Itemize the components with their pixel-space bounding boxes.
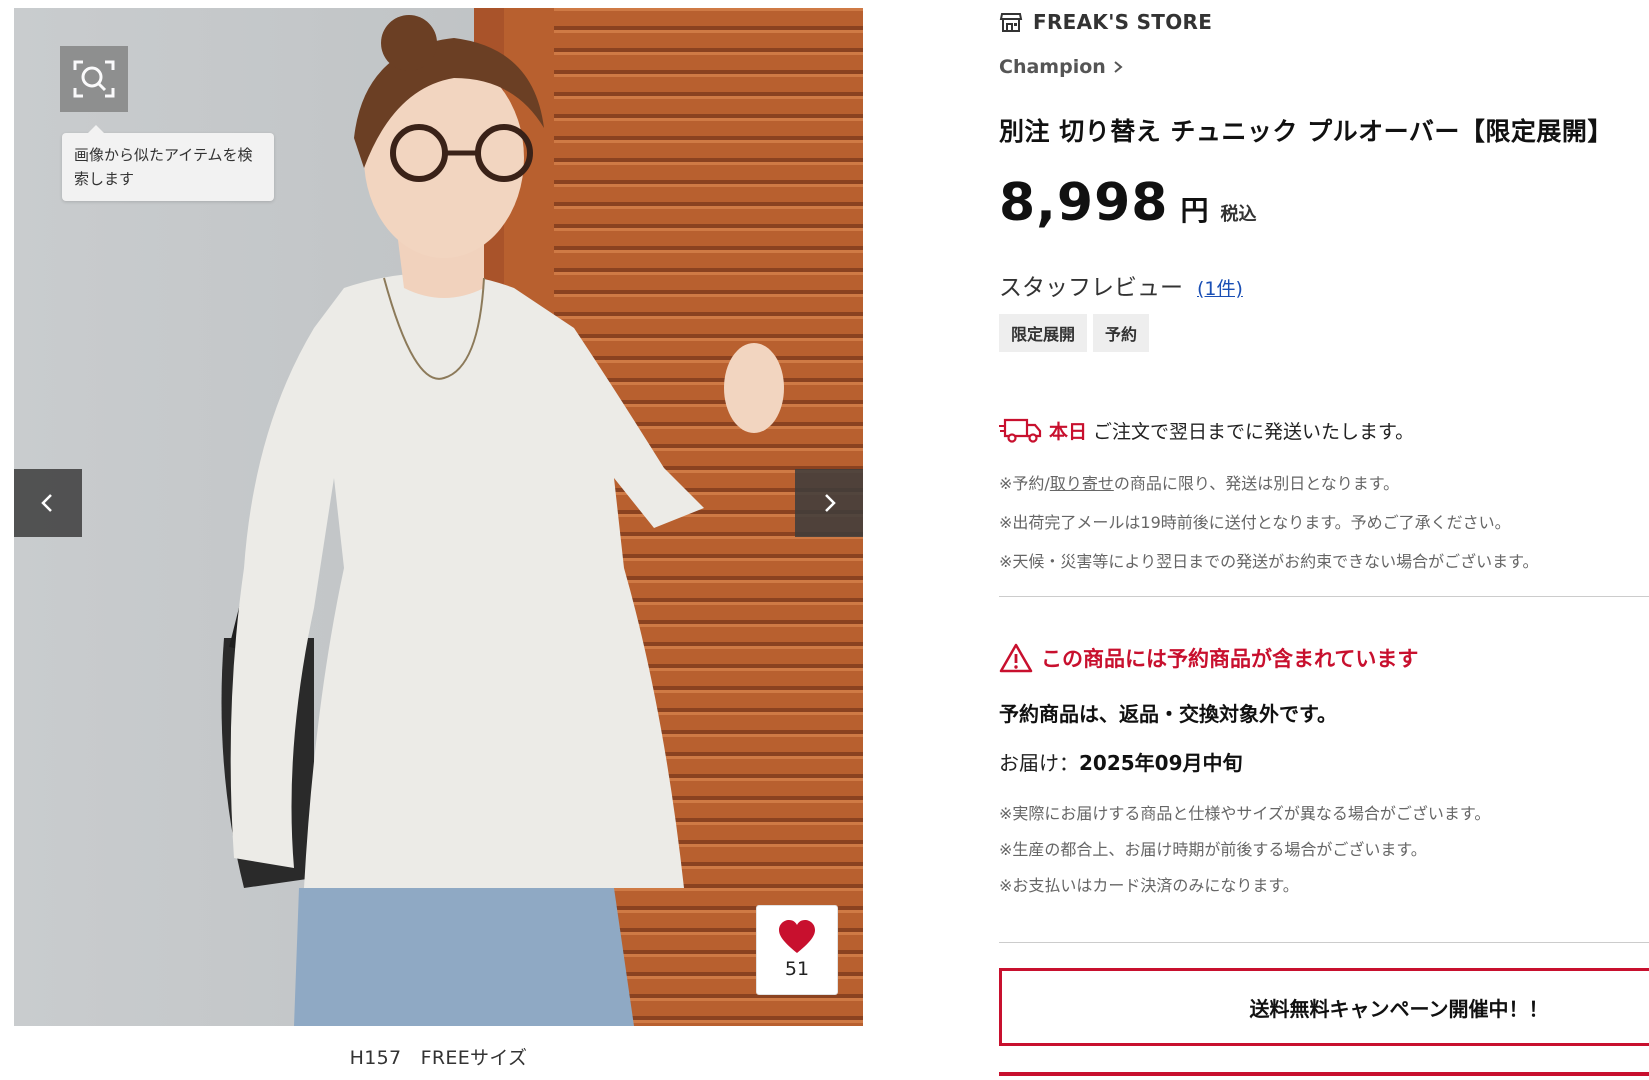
delivery-date-value: 2025年09月中旬 bbox=[1079, 751, 1243, 775]
price-value: 8,998 bbox=[999, 173, 1169, 233]
free-shipping-campaign-banner[interactable]: 送料無料キャンペーン開催中！！ bbox=[999, 968, 1649, 1046]
non-returnable-notice: 予約商品は、返品・交換対象外です。 bbox=[999, 702, 1337, 726]
image-search-icon bbox=[73, 60, 115, 98]
model-size-caption: H157 FREEサイズ bbox=[349, 1047, 528, 1069]
shipping-note-1: ※予約/取り寄せの商品に限り、発送は別日となります。 bbox=[999, 470, 1399, 494]
brand-name: Champion bbox=[999, 56, 1106, 78]
product-price: 8,998 円 税込 bbox=[999, 173, 1257, 233]
shipping-message: 本日 ご注文で翌日までに発送いたします。 bbox=[999, 416, 1414, 444]
product-title: 別注 切り替え チュニック プルオーバー【限定展開】 bbox=[999, 117, 1613, 146]
divider bbox=[999, 942, 1649, 943]
staff-review: スタッフレビュー (1件) bbox=[999, 268, 1243, 302]
delivery-label: お届け： bbox=[999, 751, 1079, 775]
delivery-truck-icon bbox=[999, 418, 1042, 443]
heart-icon bbox=[779, 920, 815, 953]
shipping-note-1-suffix: の商品に限り、発送は別日となります。 bbox=[1113, 474, 1400, 493]
prev-image-button[interactable] bbox=[14, 469, 82, 537]
chevron-right-icon bbox=[1114, 61, 1123, 73]
warning-icon bbox=[999, 643, 1033, 673]
ship-today: 本日 bbox=[1049, 420, 1088, 443]
chevron-right-icon bbox=[825, 494, 836, 512]
shipping-note-2: ※出荷完了メールは19時前後に送付となります。予めご了承ください。 bbox=[999, 513, 1511, 532]
shop-link[interactable]: FREAK'S STORE bbox=[999, 10, 1212, 34]
tag-limited: 限定展開 bbox=[999, 314, 1088, 352]
shipping-note-1-prefix: ※予約/ bbox=[999, 474, 1050, 493]
product-image-gallery: 画像から似たアイテムを検索します 51 bbox=[14, 8, 863, 1026]
favorite-button[interactable]: 51 bbox=[756, 905, 838, 995]
image-search-button[interactable] bbox=[60, 46, 128, 112]
staff-review-count-link[interactable]: (1件) bbox=[1197, 274, 1243, 301]
favorite-count: 51 bbox=[784, 958, 810, 980]
staff-review-label: スタッフレビュー bbox=[999, 275, 1183, 301]
image-search-tooltip: 画像から似たアイテムを検索します bbox=[62, 125, 274, 201]
shop-name: FREAK'S STORE bbox=[1033, 10, 1213, 34]
reservation-note-1: ※実際にお届けする商品と仕様やサイズが異なる場合がございます。 bbox=[999, 804, 1491, 823]
next-image-button[interactable] bbox=[795, 469, 863, 537]
store-icon bbox=[999, 13, 1023, 32]
reservation-warning: この商品には予約商品が含まれています bbox=[999, 643, 1418, 673]
product-tags: 限定展開 予約 bbox=[999, 314, 1150, 352]
brand-link[interactable]: Champion bbox=[999, 56, 1124, 78]
delivery-date: お届け：2025年09月中旬 bbox=[999, 747, 1243, 776]
reservation-note-2: ※生産の都合上、お届け時期が前後する場合がございます。 bbox=[999, 840, 1427, 859]
tag-reservation: 予約 bbox=[1093, 314, 1150, 352]
reservation-note-3: ※お支払いはカード決済のみになります。 bbox=[999, 876, 1299, 895]
ship-text: ご注文で翌日までに発送いたします。 bbox=[1093, 420, 1415, 443]
next-banner-edge bbox=[999, 1072, 1649, 1076]
tax-label: 税込 bbox=[1220, 204, 1257, 225]
divider bbox=[999, 596, 1649, 597]
shipping-note-3: ※天候・災害等により翌日までの発送がお約束できない場合がございます。 bbox=[999, 552, 1539, 571]
reservation-warning-text: この商品には予約商品が含まれています bbox=[1041, 647, 1419, 671]
chevron-left-icon bbox=[41, 494, 52, 512]
price-unit: 円 bbox=[1180, 194, 1209, 227]
order-item-link[interactable]: 取り寄せ bbox=[1050, 474, 1114, 493]
